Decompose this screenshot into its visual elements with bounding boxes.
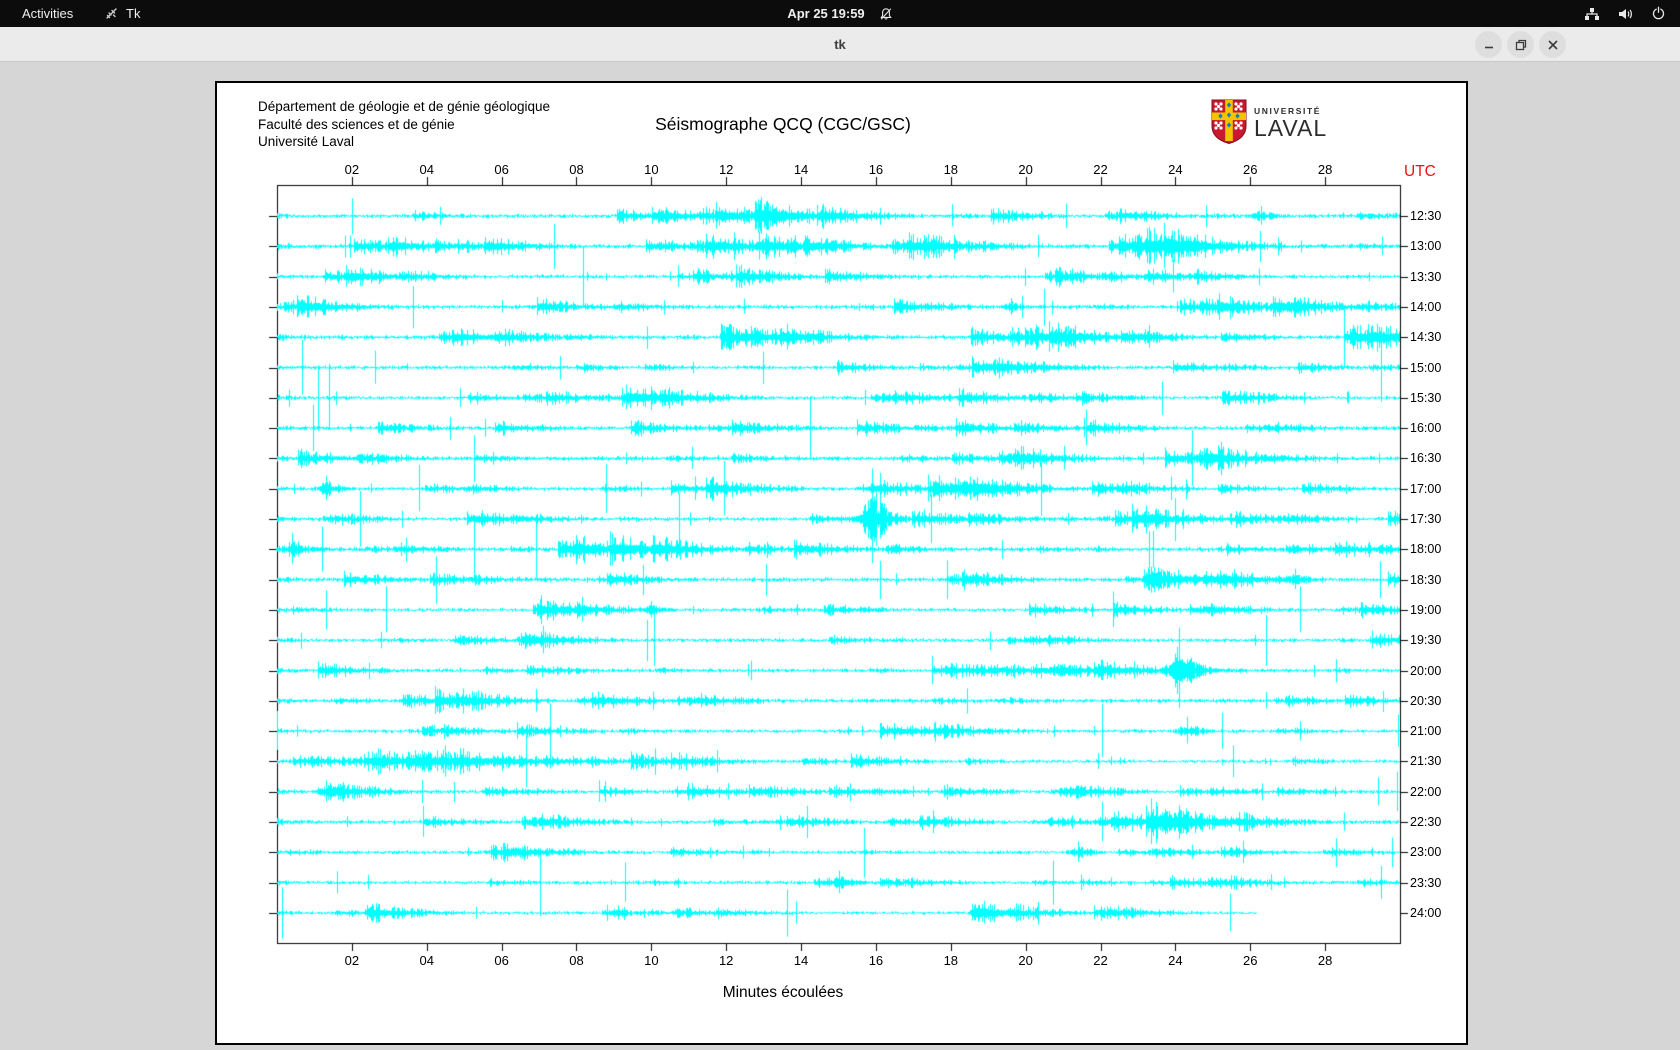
utc-time-label: 16:00	[1410, 421, 1442, 436]
utc-label: UTC	[1404, 163, 1436, 180]
xtick-top-label: 12	[718, 162, 734, 177]
xtick-bottom-label: 12	[718, 953, 734, 968]
utc-time-label: 18:30	[1410, 572, 1442, 587]
window-title: tk	[834, 37, 846, 52]
laval-shield-icon	[1211, 99, 1247, 149]
utc-time-label: 19:30	[1410, 633, 1442, 648]
xtick-top-label: 16	[868, 162, 884, 177]
xtick-top-label: 06	[494, 162, 509, 177]
focused-app-menu[interactable]: Tk	[104, 0, 140, 27]
utc-time-label: 18:00	[1410, 542, 1442, 557]
utc-time-label: 15:30	[1410, 390, 1442, 405]
notifications-muted-icon[interactable]	[879, 7, 893, 21]
institution-line-3: Université Laval	[258, 134, 355, 149]
logo-line-2: LAVAL	[1254, 115, 1328, 141]
tk-app-icon	[104, 6, 119, 21]
utc-time-label: 12:30	[1410, 209, 1442, 223]
volume-icon	[1617, 6, 1634, 22]
activities-button[interactable]: Activities	[16, 0, 79, 27]
xtick-bottom-label: 14	[793, 953, 809, 968]
xtick-bottom-label: 20	[1018, 953, 1033, 968]
xtick-top-label: 26	[1243, 162, 1258, 177]
xtick-top-label: 24	[1168, 162, 1183, 177]
utc-time-label: 23:30	[1410, 875, 1442, 890]
plot-title: Séismographe QCQ (CGC/GSC)	[655, 114, 911, 134]
utc-time-label: 21:30	[1410, 754, 1442, 769]
utc-time-label: 13:30	[1410, 269, 1442, 284]
xtick-top-label: 08	[569, 162, 584, 177]
utc-time-label: 13:00	[1410, 239, 1442, 254]
power-icon	[1651, 6, 1666, 21]
xtick-top-label: 02	[344, 162, 360, 177]
network-icon	[1584, 6, 1600, 22]
utc-time-label: 14:30	[1410, 330, 1442, 345]
minimize-button[interactable]	[1475, 31, 1502, 58]
xtick-top-label: 10	[644, 162, 659, 177]
focused-app-name: Tk	[126, 6, 141, 21]
xtick-top-label: 14	[793, 162, 809, 177]
xtick-bottom-label: 08	[569, 953, 584, 968]
utc-time-label: 19:00	[1410, 602, 1442, 617]
xtick-top-label: 18	[943, 162, 959, 177]
clock[interactable]: Apr 25 19:59	[787, 6, 864, 21]
utc-time-label: 24:00	[1410, 905, 1442, 920]
system-status-area[interactable]	[1584, 0, 1666, 27]
desktop: Activities Tk Apr 25 19:59 tk Départemen…	[0, 0, 1680, 1050]
utc-time-label: 21:00	[1410, 724, 1442, 739]
xtick-bottom-label: 16	[868, 953, 884, 968]
xtick-bottom-label: 10	[644, 953, 659, 968]
utc-time-label: 23:00	[1410, 845, 1442, 860]
xtick-bottom-label: 28	[1317, 953, 1333, 968]
xtick-top-label: 20	[1018, 162, 1033, 177]
utc-time-label: 20:30	[1410, 693, 1442, 708]
institution-line-1: Département de géologie et de génie géol…	[258, 99, 550, 114]
universite-laval-logo: UNIVERSITÉ LAVAL	[1211, 99, 1327, 149]
window-titlebar[interactable]: tk	[0, 27, 1680, 62]
seismograph-plot	[217, 83, 1466, 1043]
utc-time-label: 17:00	[1410, 481, 1442, 496]
gnome-top-bar: Activities Tk Apr 25 19:59	[0, 0, 1680, 27]
utc-time-label: 22:00	[1410, 784, 1442, 799]
utc-time-label: 20:00	[1410, 663, 1442, 678]
utc-time-label: 17:30	[1410, 512, 1442, 526]
xtick-bottom-label: 04	[419, 953, 434, 968]
xtick-top-label: 22	[1093, 162, 1108, 177]
xtick-bottom-label: 26	[1243, 953, 1258, 968]
xtick-top-label: 04	[419, 162, 434, 177]
xtick-bottom-label: 02	[344, 953, 360, 968]
x-axis-label: Minutes écoulées	[722, 984, 844, 1001]
utc-time-label: 14:00	[1410, 299, 1442, 314]
xtick-bottom-label: 22	[1093, 953, 1108, 968]
xtick-bottom-label: 24	[1168, 953, 1183, 968]
utc-time-label: 15:00	[1410, 360, 1442, 375]
xtick-bottom-label: 06	[494, 953, 509, 968]
utc-time-label: 16:30	[1410, 451, 1442, 466]
utc-time-label: 22:30	[1410, 815, 1442, 829]
xtick-top-label: 28	[1317, 162, 1333, 177]
xtick-bottom-label: 18	[943, 953, 959, 968]
maximize-button[interactable]	[1507, 31, 1534, 58]
close-button[interactable]	[1539, 31, 1566, 58]
